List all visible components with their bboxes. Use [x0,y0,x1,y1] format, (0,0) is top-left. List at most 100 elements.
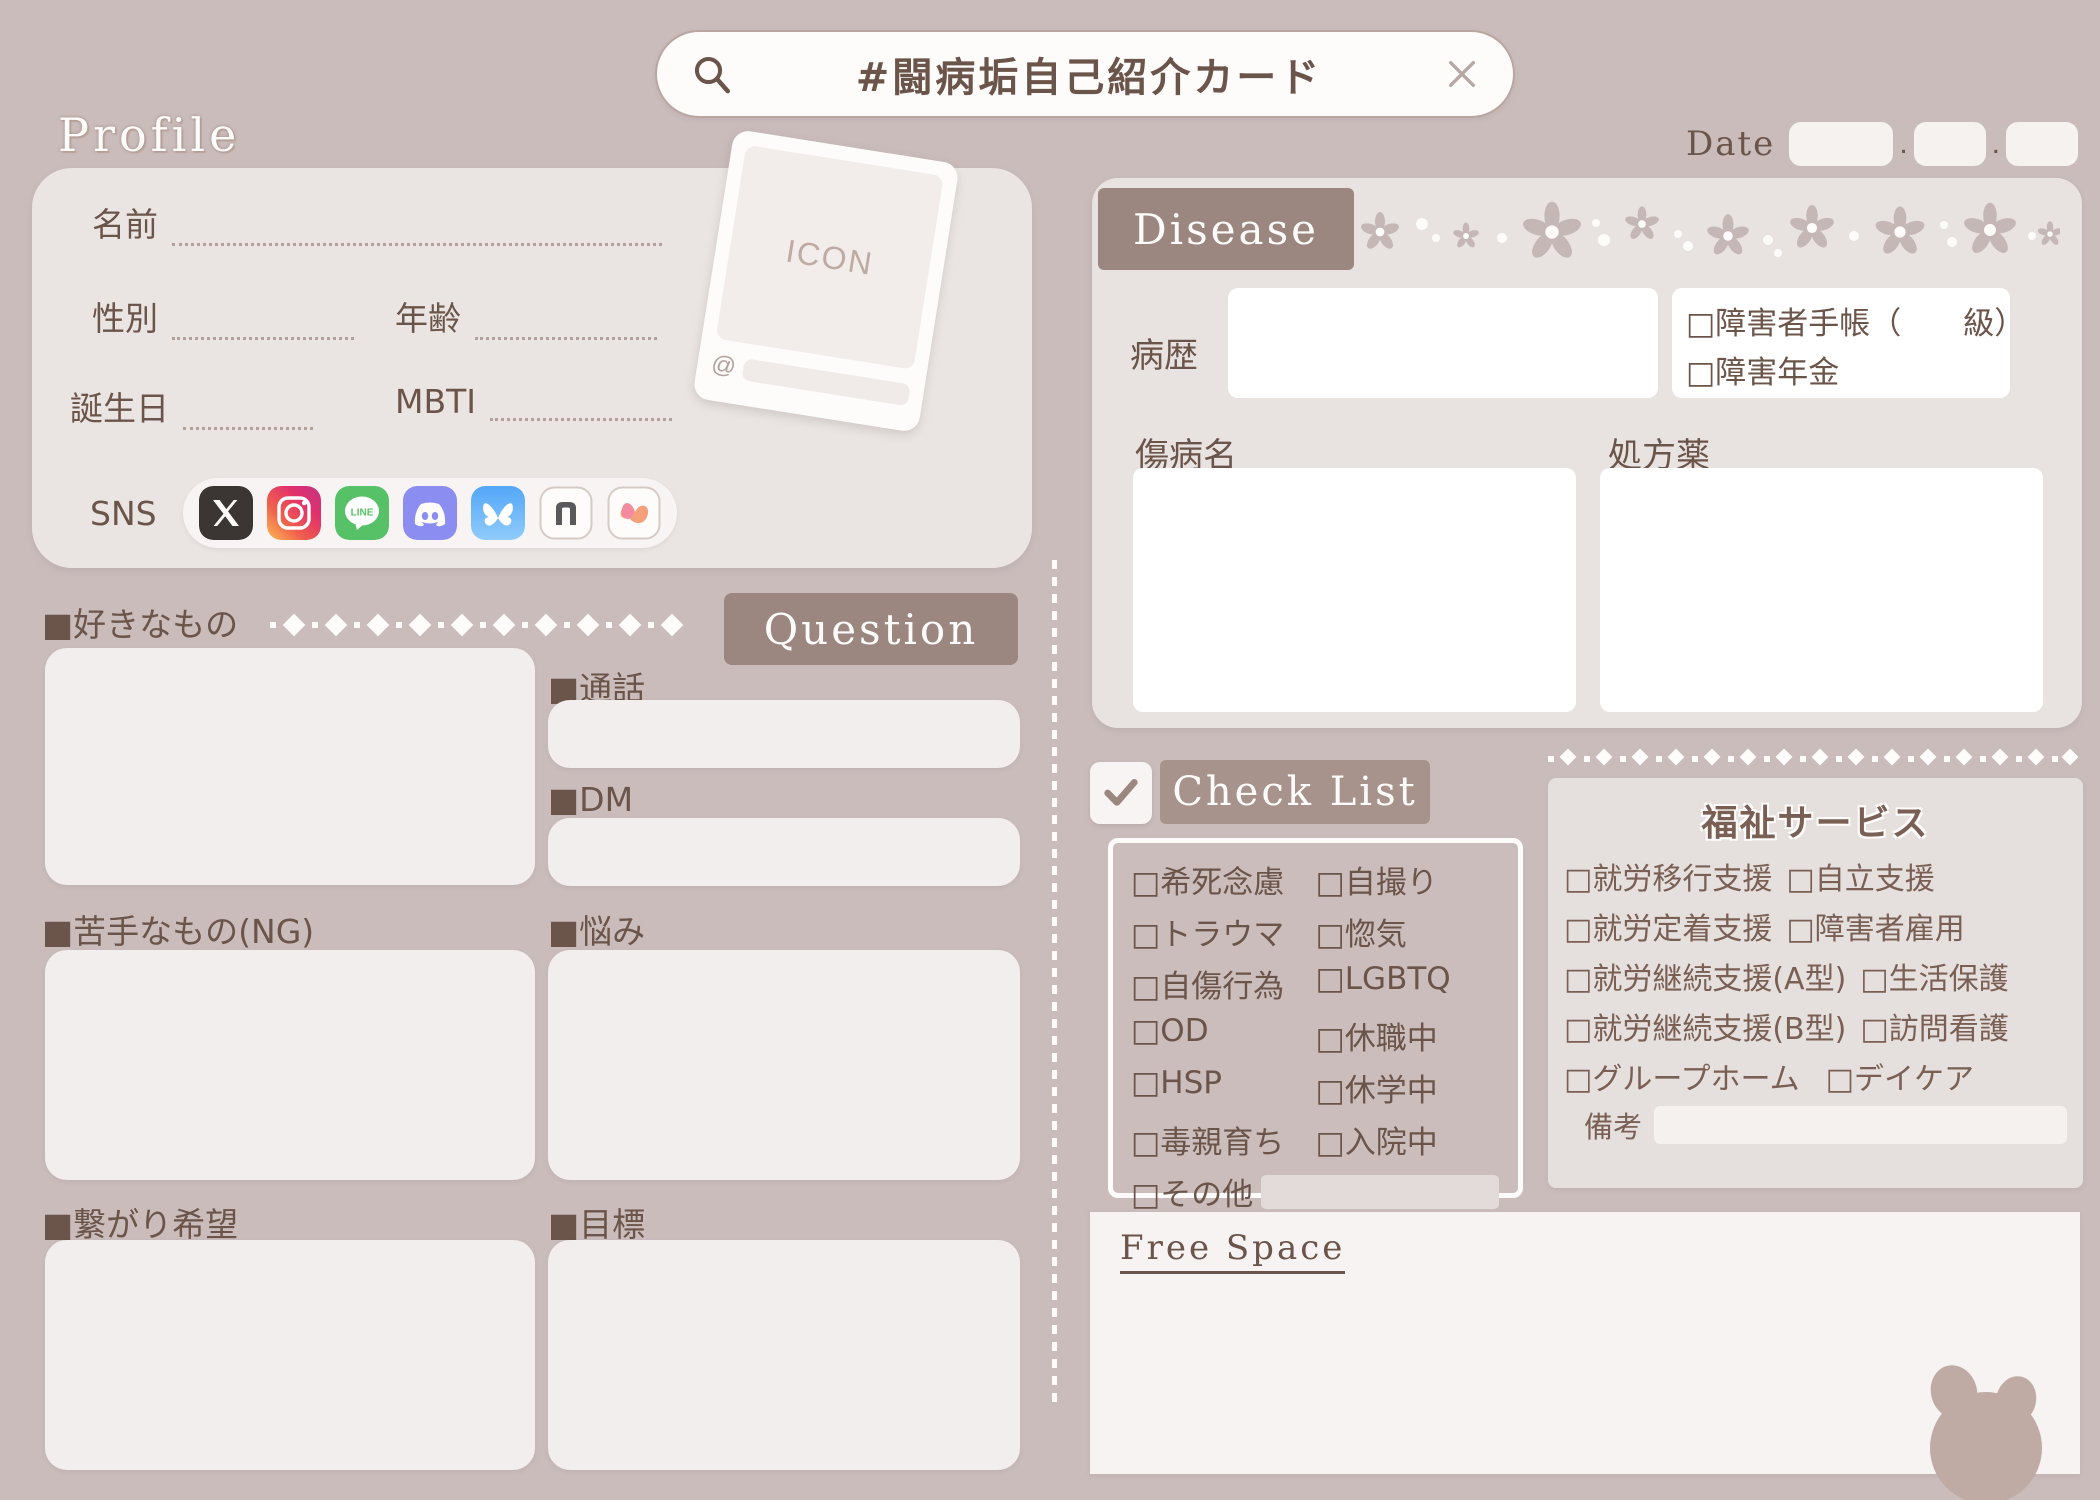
welfare-row-3: □就労継続支援(A型) □生活保護 [1564,954,2067,998]
profile-row-mbti: MBTI [395,382,672,421]
at-symbol: @ [709,350,737,381]
gender-label: 性別 [92,292,158,340]
welfare-note-row: 備考 [1564,1104,2067,1146]
icon-placeholder: ICON [716,145,944,370]
checklist-item-lgbtq[interactable]: □LGBTQ [1316,961,1501,1006]
medicine-input[interactable] [1600,468,2043,712]
welfare-row-4: □就労継続支援(B型) □訪問看護 [1564,1004,2067,1048]
checklist-other-input[interactable] [1261,1175,1499,1209]
checklist-panel: □希死念慮 □自撮り □トラウマ □惚気 □自傷行為 □LGBTQ □OD □休… [1108,838,1523,1198]
line-icon[interactable]: LINE [335,486,389,540]
birthday-input[interactable] [183,400,313,430]
checklist-item-hospitalized[interactable]: □入院中 [1316,1117,1501,1162]
welfare-retention-support-checkbox[interactable]: □就労定着支援 [1564,904,1772,948]
date-month-input[interactable] [1914,122,1986,166]
age-label: 年齢 [395,292,461,340]
question-banner: Question [724,593,1018,665]
gender-input[interactable] [172,310,354,340]
welfare-home-nursing-checkbox[interactable]: □訪問看護 [1860,1004,2008,1048]
favorite-input[interactable] [45,648,535,885]
mbti-input[interactable] [490,391,672,421]
bluesky-icon[interactable] [471,486,525,540]
date-label: Date [1686,124,1775,164]
goal-label: ■目標 [548,1198,645,1246]
profile-heading: Profile [58,108,240,162]
welfare-group-home-checkbox[interactable]: □グループホーム [1564,1054,1800,1098]
column-divider [1052,560,1057,1410]
checklist-item-selfie[interactable]: □自撮り [1316,857,1501,902]
sns-label: SNS [90,494,157,533]
search-bar[interactable]: #闘病垢自己紹介カード [655,30,1515,118]
welfare-row-1: □就労移行支援 □自立支援 [1564,854,2067,898]
instagram-icon[interactable] [267,486,321,540]
birthday-label: 誕生日 [70,382,169,430]
dot-divider [1548,748,2078,770]
welfare-disability-employment-checkbox[interactable]: □障害者雇用 [1786,904,1964,948]
checklist-item-hsp[interactable]: □HSP [1131,1065,1316,1110]
profile-row-age: 年齢 [395,292,657,340]
welfare-note-input[interactable] [1654,1106,2067,1144]
date-separator-1: . [1899,122,1907,166]
checklist-item-lovetalk[interactable]: □惚気 [1316,909,1501,954]
disease-heading: Disease [1098,188,1354,270]
flower-decoration [1360,190,2060,270]
profile-row-gender: 性別 [92,292,354,340]
disease-status-box: □障害者手帳（ 級） □障害年金 [1672,288,2010,398]
handle-input[interactable] [742,358,911,406]
disability-pension-checkbox[interactable]: □障害年金 [1686,347,1996,392]
page-title: #闘病垢自己紹介カード [733,45,1445,103]
checklist-item-other[interactable]: □その他 [1131,1169,1253,1214]
welfare-panel: 福祉サービス □就労移行支援 □自立支援 □就労定着支援 □障害者雇用 □就労継… [1548,778,2083,1188]
date-year-input[interactable] [1789,122,1893,166]
welfare-heading: 福祉サービス [1564,794,2067,846]
illness-input[interactable] [1133,468,1576,712]
checklist-item-suicidal[interactable]: □希死念慮 [1131,857,1316,902]
dm-input[interactable] [548,818,1020,886]
welfare-continuous-support-a-checkbox[interactable]: □就労継続支援(A型) [1564,954,1846,998]
age-input[interactable] [475,310,657,340]
welfare-independence-support-checkbox[interactable]: □自立支援 [1786,854,1934,898]
history-label: 病歴 [1130,328,1198,377]
checklist-item-onleave-work[interactable]: □休職中 [1316,1013,1501,1058]
checklist-item-od[interactable]: □OD [1131,1013,1316,1058]
profile-row-name: 名前 [92,198,662,246]
welfare-transition-support-checkbox[interactable]: □就労移行支援 [1564,854,1772,898]
connect-label: ■繋がり希望 [42,1198,238,1246]
welfare-row-5: □グループホーム □デイケア [1564,1054,2067,1098]
mixi-icon[interactable] [607,486,661,540]
close-icon[interactable] [1445,57,1479,91]
check-icon [1090,762,1152,824]
mbti-label: MBTI [395,382,476,421]
icon-polaroid[interactable]: ICON @ [692,129,960,433]
dislike-input[interactable] [45,950,535,1180]
search-icon[interactable] [691,53,733,95]
name-input[interactable] [172,216,662,246]
svg-text:LINE: LINE [350,508,373,519]
free-space-title: Free Space [1120,1228,1345,1274]
checklist-item-toxicparents[interactable]: □毒親育ち [1131,1117,1316,1162]
connect-input[interactable] [45,1240,535,1470]
date-day-input[interactable] [2006,122,2078,166]
disability-certificate-checkbox[interactable]: □障害者手帳（ 級） [1686,298,1996,343]
checklist-item-trauma[interactable]: □トラウマ [1131,909,1316,954]
welfare-row-2: □就労定着支援 □障害者雇用 [1564,904,2067,948]
name-label: 名前 [92,198,158,246]
history-input[interactable] [1228,288,1658,398]
checklist-item-onleave-school[interactable]: □休学中 [1316,1065,1501,1110]
date-separator-2: . [1992,122,2000,166]
welfare-livelihood-protection-checkbox[interactable]: □生活保護 [1860,954,2008,998]
sns-row: SNS LINE [90,478,677,548]
welfare-continuous-support-b-checkbox[interactable]: □就労継続支援(B型) [1564,1004,1846,1048]
worry-input[interactable] [548,950,1020,1180]
note-icon[interactable] [539,486,593,540]
goal-input[interactable] [548,1240,1020,1470]
checklist-item-selfharm[interactable]: □自傷行為 [1131,961,1316,1006]
discord-icon[interactable] [403,486,457,540]
call-input[interactable] [548,700,1020,768]
worry-label: ■悩み [548,905,645,953]
x-twitter-icon[interactable] [199,486,253,540]
welfare-day-care-checkbox[interactable]: □デイケア [1826,1054,1974,1098]
profile-row-birthday: 誕生日 [70,382,313,430]
checklist-grid: □希死念慮 □自撮り □トラウマ □惚気 □自傷行為 □LGBTQ □OD □休… [1131,857,1500,1162]
checklist-other-row: □その他 [1131,1169,1500,1214]
